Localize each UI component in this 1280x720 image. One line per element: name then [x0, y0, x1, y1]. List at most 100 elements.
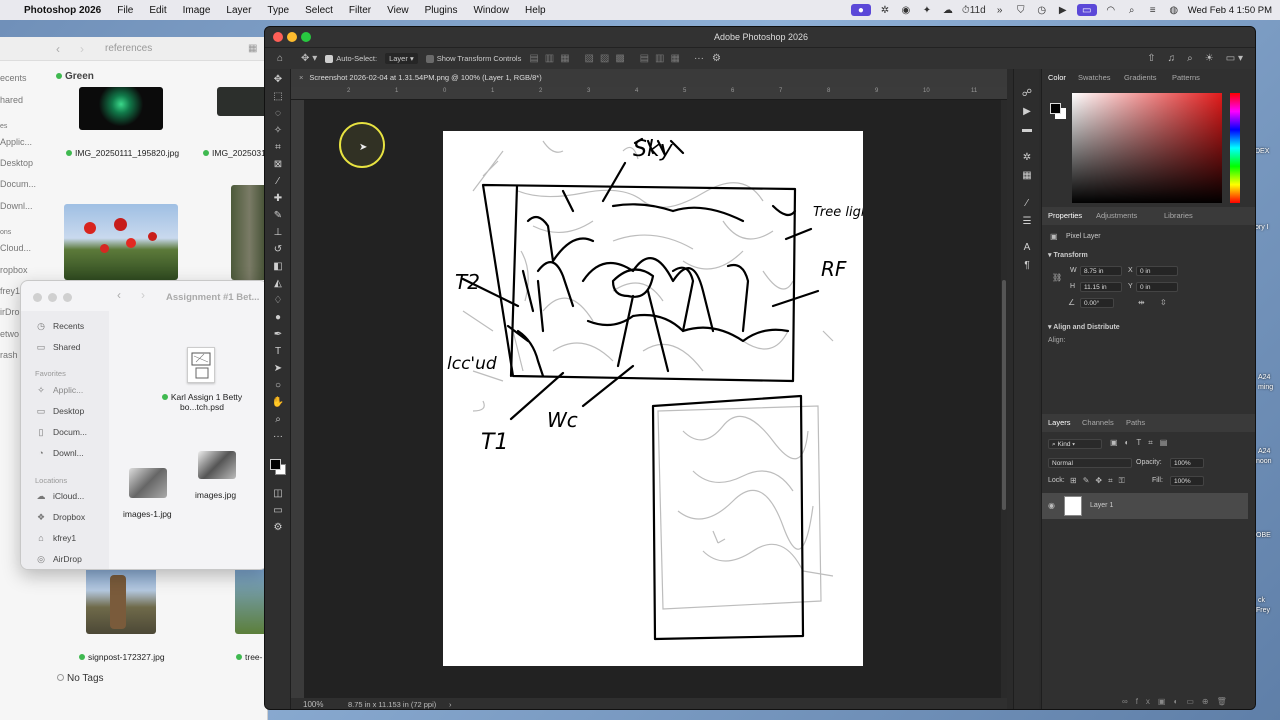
- align-header[interactable]: ▾ Align and Distribute: [1048, 323, 1120, 331]
- sidebar-trash[interactable]: rash: [0, 350, 18, 360]
- back-icon[interactable]: ‹: [56, 42, 60, 56]
- path-select-icon[interactable]: ➤: [271, 362, 285, 376]
- history-brush-icon[interactable]: ↺: [271, 243, 285, 257]
- transform-header[interactable]: ▾ Transform: [1048, 251, 1088, 259]
- share-icon[interactable]: ⇧: [1147, 53, 1155, 64]
- desktop-label[interactable]: A24: [1258, 448, 1270, 455]
- control-center-icon[interactable]: ≡: [1146, 4, 1160, 16]
- foreground-color-swatch[interactable]: [270, 459, 281, 470]
- sidebar-icloud[interactable]: ☁ iCloud...: [35, 491, 85, 501]
- pen-tool-icon[interactable]: ✒: [271, 328, 285, 342]
- flip-horizontal-icon[interactable]: ⇹: [1138, 298, 1145, 307]
- file-img-20250111[interactable]: IMG_20250111_195820.jpg: [66, 148, 179, 158]
- eyedropper-icon[interactable]: ⁄: [271, 175, 285, 189]
- sidebar-applications[interactable]: ✧ Applic...: [35, 385, 83, 395]
- stamp-tool-icon[interactable]: ⊥: [271, 226, 285, 240]
- file-images-1[interactable]: images-1.jpg: [123, 509, 172, 519]
- color-picker-field[interactable]: [1072, 93, 1222, 203]
- thumbnail-img-dark[interactable]: [217, 87, 268, 116]
- history-icon[interactable]: ◷: [1035, 4, 1049, 16]
- siri-icon[interactable]: ◍: [1167, 4, 1181, 16]
- tab-layers[interactable]: Layers: [1048, 414, 1071, 432]
- type-tool-icon[interactable]: T: [271, 345, 285, 359]
- marquee-tool-icon[interactable]: ⬚: [271, 90, 285, 104]
- sidebar-downloads[interactable]: Downl...: [0, 201, 33, 211]
- status-arrow-icon[interactable]: ›: [449, 698, 452, 709]
- opacity-field[interactable]: 100%: [1170, 458, 1204, 468]
- minimize-window-button[interactable]: [48, 293, 57, 302]
- layer-bottom-icons[interactable]: ∞fx▣◐▭⊕🗑: [1122, 697, 1235, 706]
- blur-tool-icon[interactable]: ♢: [271, 294, 285, 308]
- gradient-tool-icon[interactable]: ◭: [271, 277, 285, 291]
- crop-tool-icon[interactable]: ⌗: [271, 141, 285, 155]
- sidebar-shared[interactable]: hared: [0, 95, 23, 105]
- x-field[interactable]: 0 in: [1136, 266, 1178, 276]
- layer-filter-icons[interactable]: ▣◐T⌗▤: [1110, 438, 1174, 448]
- sidebar-recents[interactable]: ◷ Recents: [35, 321, 84, 331]
- search-icon[interactable]: ⌕: [1187, 53, 1193, 64]
- healing-brush-icon[interactable]: ✚: [271, 192, 285, 206]
- height-field[interactable]: 11.15 in: [1080, 282, 1122, 292]
- frame-tool-icon[interactable]: ⊠: [271, 158, 285, 172]
- lock-icons[interactable]: ⊞✎✥⌗⚿: [1070, 476, 1131, 486]
- kind-filter[interactable]: ⌕ Kind ▾: [1048, 439, 1102, 449]
- dodge-tool-icon[interactable]: ●: [271, 311, 285, 325]
- shape-tool-icon[interactable]: ○: [271, 379, 285, 393]
- menu-file[interactable]: File: [109, 5, 141, 16]
- thumbnail-img-green-light[interactable]: [79, 87, 163, 130]
- y-field[interactable]: 0 in: [1136, 282, 1178, 292]
- tab-patterns[interactable]: Patterns: [1172, 69, 1200, 87]
- more-tools-icon[interactable]: ···: [271, 430, 285, 444]
- workspace-icon[interactable]: ▭ ▾: [1226, 53, 1243, 64]
- no-tags[interactable]: No Tags: [57, 673, 104, 684]
- desktop-label[interactable]: ory I: [1255, 224, 1269, 231]
- link-icon[interactable]: ⛓: [1052, 273, 1062, 282]
- desktop-label[interactable]: DEX: [1255, 148, 1269, 155]
- chevron-icon[interactable]: »: [993, 4, 1007, 16]
- brushes-icon[interactable]: ▦: [1020, 169, 1034, 183]
- close-tab-icon[interactable]: ×: [299, 73, 303, 82]
- hue-slider[interactable]: [1230, 93, 1240, 203]
- psd-file-icon[interactable]: [187, 347, 215, 383]
- tool-icon[interactable]: ✦: [920, 4, 934, 16]
- thumbnail-images[interactable]: [198, 451, 236, 479]
- file-img-2025031[interactable]: IMG_2025031: [203, 148, 266, 158]
- tab-properties[interactable]: Properties: [1048, 207, 1082, 225]
- vertical-scrollbar[interactable]: [1001, 100, 1007, 698]
- menu-help[interactable]: Help: [517, 5, 554, 16]
- desktop-label[interactable]: OBE: [1256, 532, 1271, 539]
- home-icon[interactable]: ⌂: [277, 53, 283, 64]
- close-window-button[interactable]: [33, 293, 42, 302]
- sidebar-desktop[interactable]: Desktop: [0, 158, 33, 168]
- lasso-tool-icon[interactable]: ◌: [271, 107, 285, 121]
- document-tab[interactable]: × Screenshot 2026-02-04 at 1.31.54PM.png …: [291, 69, 1007, 87]
- gear-icon[interactable]: ⚙: [712, 53, 721, 64]
- desktop-label[interactable]: A24: [1258, 374, 1270, 381]
- move-tool-icon[interactable]: ✥ ▾: [301, 53, 317, 64]
- eraser-tool-icon[interactable]: ◧: [271, 260, 285, 274]
- tab-channels[interactable]: Channels: [1082, 414, 1114, 432]
- zoom-window-button[interactable]: [301, 32, 311, 42]
- menu-plugins[interactable]: Plugins: [417, 5, 466, 16]
- search-icon[interactable]: ⌕: [1125, 4, 1139, 16]
- flip-vertical-icon[interactable]: ⇳: [1160, 298, 1167, 307]
- sidebar-shared[interactable]: ▭ Shared: [35, 342, 81, 352]
- zoom-tool-icon[interactable]: ⌕: [271, 413, 285, 427]
- thumbnail-signpost[interactable]: [86, 567, 156, 634]
- screen-mode-icon[interactable]: ▭: [271, 504, 285, 518]
- visibility-eye-icon[interactable]: ◉: [1048, 501, 1055, 510]
- sidebar-airdrop[interactable]: ◎ AirDrop: [35, 554, 82, 564]
- tab-libraries[interactable]: Libraries: [1164, 207, 1193, 225]
- pinwheel-icon[interactable]: ✲: [878, 4, 892, 16]
- sidebar-downloads[interactable]: ◔ Downl...: [35, 448, 83, 458]
- zoom-level[interactable]: 100%: [303, 698, 323, 709]
- sidebar-applications[interactable]: Applic...: [0, 137, 32, 147]
- menu-window[interactable]: Window: [465, 5, 517, 16]
- discover-icon[interactable]: ☀: [1205, 53, 1214, 64]
- move-tool-icon[interactable]: ✥: [271, 73, 285, 87]
- menu-edit[interactable]: Edit: [141, 5, 174, 16]
- app-menu[interactable]: Photoshop 2026: [16, 5, 109, 16]
- timer-icon[interactable]: ⏱ 11d: [962, 4, 986, 16]
- file-images[interactable]: images.jpg: [195, 490, 236, 500]
- document-canvas[interactable]: Sky Tree lights RF T2 lcc'ud T1 Wc: [443, 131, 881, 666]
